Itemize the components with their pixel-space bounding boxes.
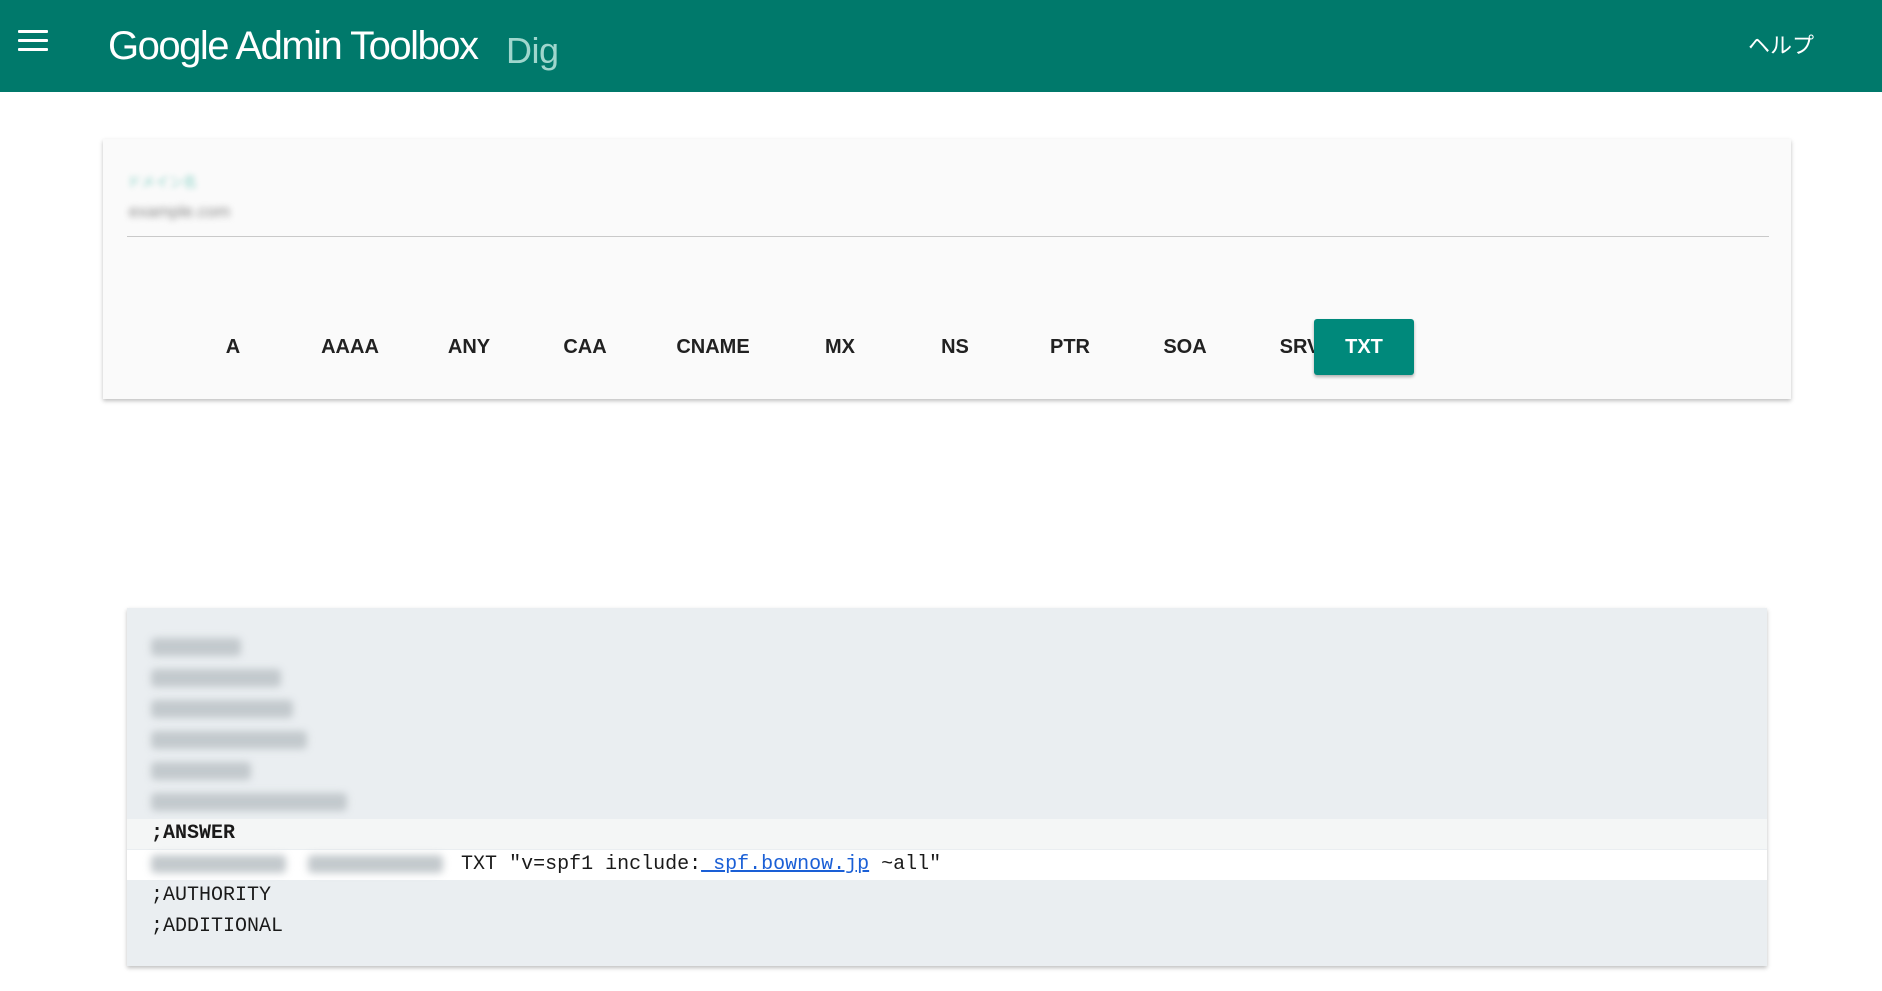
answer-value-suffix: ~all" [869, 853, 942, 876]
redacted-line [151, 669, 281, 687]
answer-record-row: TXT "v=spf1 include:_spf.bownow.jp ~all" [127, 850, 1767, 880]
answer-value-prefix: "v=spf1 include: [509, 853, 702, 876]
top-app-bar: Google Admin Toolbox Dig ヘルプ [0, 0, 1882, 92]
domain-field-label: ドメイン名 [127, 174, 197, 190]
record-type-caa-button[interactable]: CAA [535, 319, 635, 375]
app-subtitle: Dig [506, 30, 559, 71]
redacted-ttl [308, 854, 444, 873]
record-type-aaaa-button[interactable]: AAAA [300, 319, 400, 375]
record-type-txt-button[interactable]: TXT [1314, 319, 1414, 375]
redacted-line [151, 731, 307, 749]
redacted-line [151, 762, 251, 780]
record-type-soa-button[interactable]: SOA [1135, 319, 1235, 375]
answer-record-type: TXT [461, 853, 498, 876]
authority-section-header: ;AUTHORITY [151, 884, 272, 907]
spf-include-link[interactable]: _spf.bownow.jp [701, 853, 869, 876]
answer-section-header: ;ANSWER [127, 819, 1767, 849]
additional-section-header: ;ADDITIONAL [151, 915, 284, 938]
dig-result-panel: ;ANSWER TXT "v=spf1 include:_spf.bownow.… [127, 608, 1767, 966]
record-type-ns-button[interactable]: NS [905, 319, 1005, 375]
record-type-cname-button[interactable]: CNAME [663, 319, 763, 375]
hamburger-menu-icon[interactable] [14, 24, 54, 58]
domain-input[interactable] [127, 201, 1131, 223]
record-type-mx-button[interactable]: MX [790, 319, 890, 375]
domain-input-underline [127, 236, 1769, 237]
record-type-ptr-button[interactable]: PTR [1020, 319, 1120, 375]
help-link[interactable]: ヘルプ [1748, 28, 1814, 60]
query-card: ドメイン名 A AAAA ANY CAA CNAME MX NS PTR SOA… [103, 139, 1791, 399]
redacted-line [151, 638, 241, 656]
redacted-line [151, 700, 293, 718]
record-type-a-button[interactable]: A [183, 319, 283, 375]
redacted-domain [151, 854, 286, 873]
app-title: Google Admin Toolbox [108, 24, 479, 68]
redacted-line [151, 793, 347, 811]
record-type-any-button[interactable]: ANY [419, 319, 519, 375]
